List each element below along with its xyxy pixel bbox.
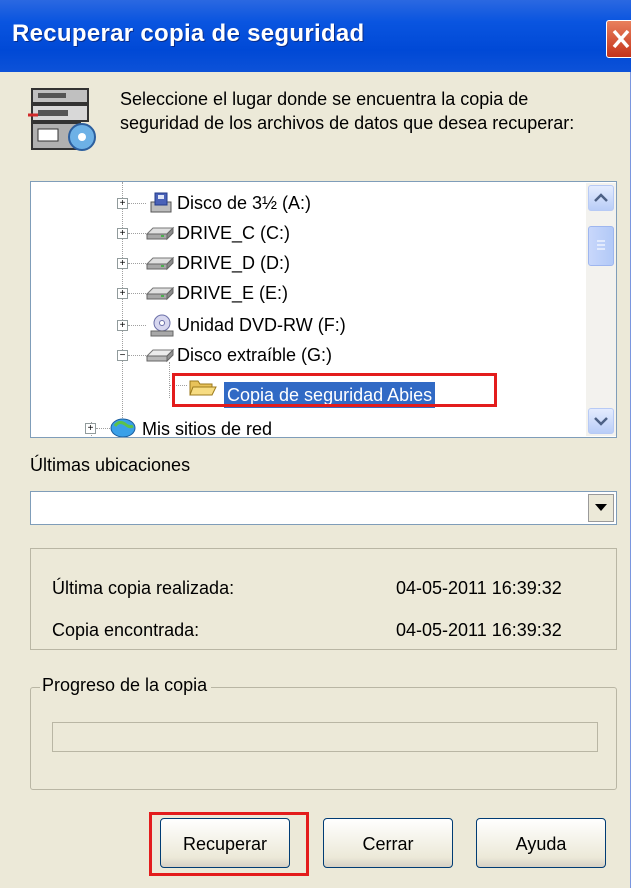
expand-toggle[interactable]: + [85, 423, 96, 434]
expand-toggle[interactable]: + [117, 228, 128, 239]
scroll-thumb[interactable] [588, 226, 614, 266]
found-copy-label: Copia encontrada: [52, 620, 200, 640]
tree-item-label: Disco de 3½ (A:) [177, 193, 312, 213]
last-locations-label: Últimas ubicaciones [30, 455, 191, 475]
last-copy-label: Última copia realizada: [52, 578, 235, 598]
folder-open-icon [189, 380, 217, 396]
chevron-down-icon [594, 417, 608, 426]
collapse-toggle[interactable]: − [117, 350, 128, 361]
dvd-drive-icon [150, 314, 174, 337]
tree-item-label: Disco extraíble (G:) [177, 345, 333, 365]
copy-progress-bar [52, 722, 598, 752]
hard-drive-icon [145, 256, 175, 271]
close-window-button[interactable] [606, 20, 631, 58]
recover-button[interactable]: Recuperar [160, 818, 290, 868]
floppy-drive-icon [150, 192, 172, 213]
tree-item-removable-g[interactable]: − Disco extraíble (G:) [31, 340, 581, 370]
tree-item-label: Mis sitios de red [142, 419, 273, 438]
tree-item-drive-e[interactable]: + DRIVE_E (E:) [31, 278, 581, 308]
expand-toggle[interactable]: + [117, 288, 128, 299]
last-locations-dropdown[interactable] [30, 491, 617, 525]
backup-restore-icon [28, 88, 96, 151]
tree-item-label: Unidad DVD-RW (F:) [177, 315, 346, 335]
close-icon [612, 29, 630, 49]
tree-item-label: DRIVE_C (C:) [177, 223, 291, 243]
tree-item-drive-d[interactable]: + DRIVE_D (D:) [31, 248, 581, 278]
last-copy-value: 04-05-2011 16:39:32 [396, 578, 562, 598]
copy-progress-legend: Progreso de la copia [40, 675, 212, 696]
scroll-up-button[interactable] [588, 185, 614, 211]
tree-item-dvd-f[interactable]: + Unidad DVD-RW (F:) [31, 310, 581, 340]
found-copy-value: 04-05-2011 16:39:32 [396, 620, 562, 640]
grip-icon [597, 240, 605, 250]
scroll-down-button[interactable] [588, 408, 614, 434]
tree-item-floppy-a[interactable]: + Disco de 3½ (A:) [31, 188, 581, 218]
chevron-down-icon [595, 504, 607, 511]
window-title: Recuperar copia de seguridad [12, 20, 365, 47]
network-places-icon [110, 418, 136, 437]
expand-toggle[interactable]: + [117, 198, 128, 209]
tree-item-drive-c[interactable]: + DRIVE_C (C:) [31, 218, 581, 248]
dropdown-toggle-button[interactable] [588, 494, 614, 522]
hard-drive-icon [145, 226, 175, 241]
instructions-text: Seleccione el lugar donde se encuentra l… [120, 89, 575, 133]
expand-toggle[interactable]: + [117, 320, 128, 331]
tree-item-network-places[interactable]: + Mis sitios de red [31, 410, 581, 438]
tree-item-label: DRIVE_E (E:) [177, 283, 289, 303]
chevron-up-icon [594, 193, 608, 202]
title-bar[interactable]: Recuperar copia de seguridad [0, 0, 631, 72]
help-button[interactable]: Ayuda [476, 818, 606, 868]
tree-scrollbar[interactable] [586, 183, 616, 436]
recover-backup-dialog: Recuperar copia de seguridad Seleccione … [0, 0, 631, 888]
close-button[interactable]: Cerrar [323, 818, 453, 868]
tree-item-label: DRIVE_D (D:) [177, 253, 291, 273]
hard-drive-icon [145, 286, 175, 301]
selected-tree-item-label[interactable]: Copia de seguridad Abies [224, 382, 436, 408]
removable-drive-icon [145, 348, 175, 363]
expand-toggle[interactable]: + [117, 258, 128, 269]
